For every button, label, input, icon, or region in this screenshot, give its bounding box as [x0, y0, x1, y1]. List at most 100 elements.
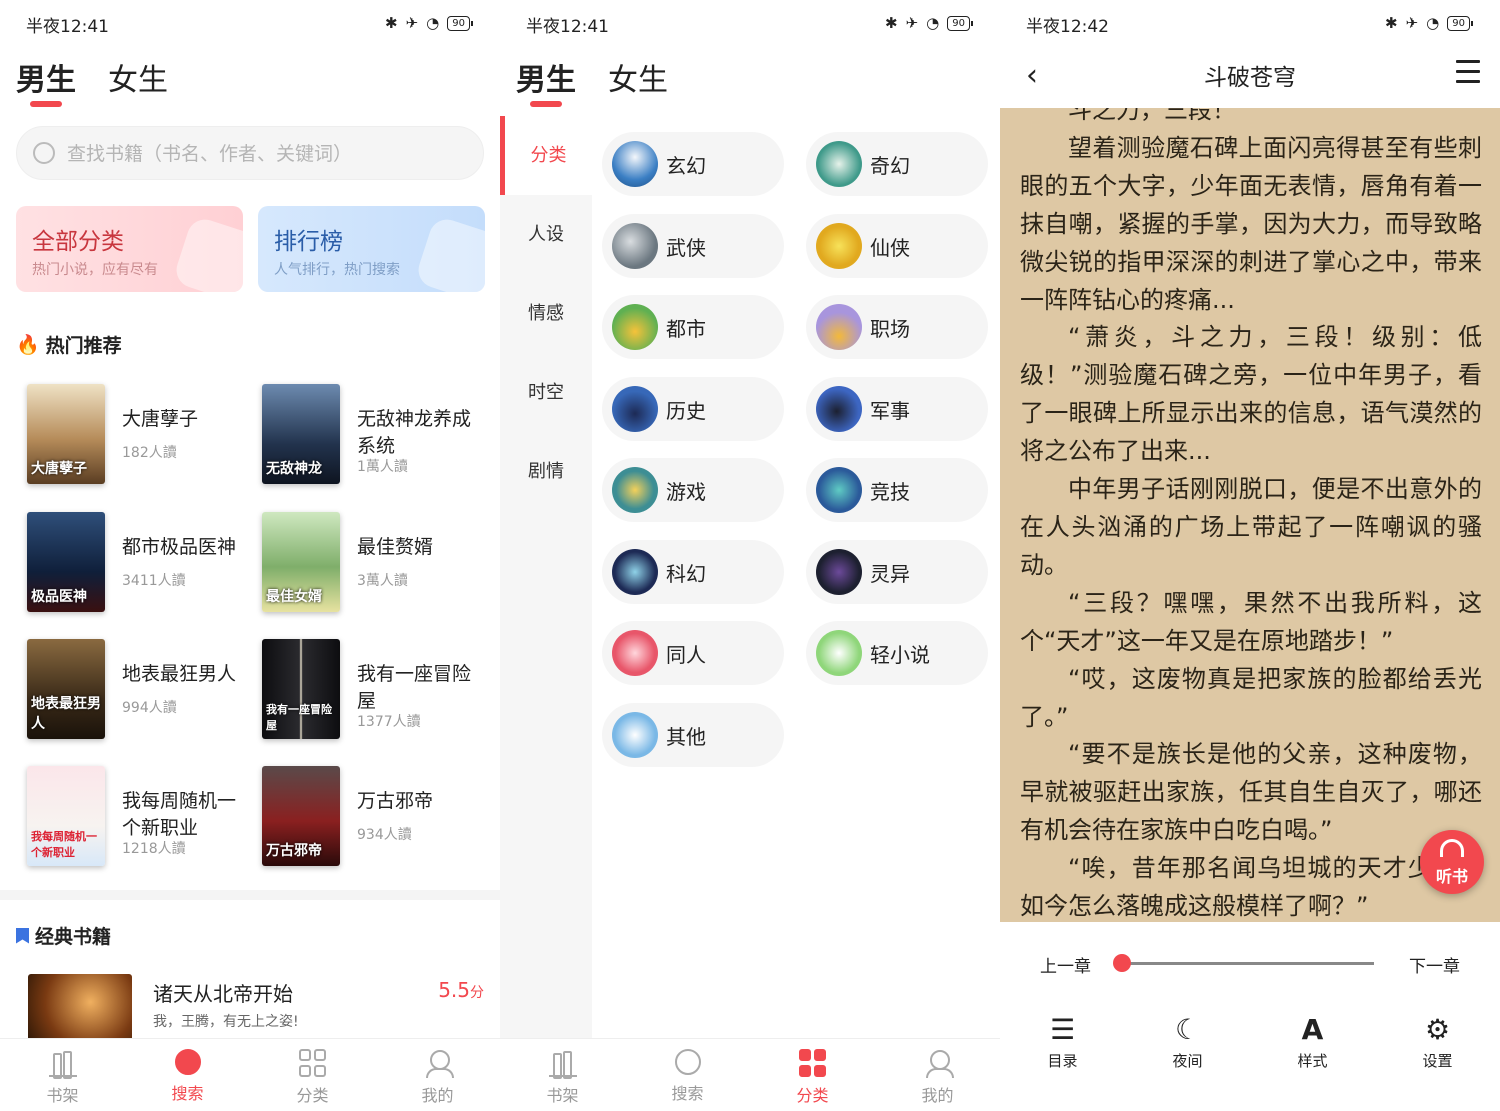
book-item[interactable]: 最佳女婿 最佳赘婿 3萬人讀 — [250, 512, 485, 620]
classic-book-item[interactable]: 诸天从北帝开始 我，王腾，有无上之姿! 5.5分 — [0, 970, 500, 1044]
card-subtitle: 热门小说，应有尽有 — [32, 262, 158, 278]
category-xuanhuan[interactable]: 玄幻 — [602, 132, 784, 196]
category-kehuan[interactable]: 科幻 — [602, 540, 784, 604]
airplane-icon: ✈ — [1405, 14, 1419, 32]
wifi-icon: ◔ — [1426, 14, 1440, 32]
paragraph: “萧炎，斗之力，三段！级别：低级！”测验魔石碑之旁，一位中年男子，看了一眼碑上所… — [1020, 323, 1482, 466]
grid-icon — [798, 1049, 827, 1077]
bottom-nav: 书架 搜索 分类 我的 — [500, 1038, 1000, 1111]
back-icon[interactable]: ‹ — [1026, 58, 1038, 93]
battery-icon: 90 — [947, 15, 973, 31]
book-item[interactable]: 万古邪帝 万古邪帝 934人讀 — [250, 766, 485, 874]
listen-button[interactable]: 听书 — [1420, 830, 1484, 894]
progress-knob[interactable] — [1113, 954, 1131, 972]
all-categories-card[interactable]: 全部分类 热门小说，应有尽有 — [16, 206, 243, 292]
nav-bookshelf[interactable]: 书架 — [500, 1039, 625, 1111]
category-dushi[interactable]: 都市 — [602, 295, 784, 359]
ranking-card[interactable]: 排行榜 人气排行，热门搜索 — [258, 206, 485, 292]
book-cover: 极品医神 — [27, 512, 105, 612]
book-item[interactable]: 大唐孽子 大唐孽子 182人讀 — [15, 384, 250, 492]
classic-section-title: 经典书籍 — [16, 922, 111, 949]
side-item-timespace[interactable]: 时空 — [500, 353, 592, 432]
tool-style[interactable]: A 样式 — [1250, 1000, 1375, 1111]
nav-mine[interactable]: 我的 — [875, 1039, 1000, 1111]
book-item[interactable]: 无敌神龙 无敌神龙养成系统 1萬人讀 — [250, 384, 485, 492]
book-cover — [28, 974, 132, 1044]
book-item[interactable]: 极品医神 都市极品医神 3411人讀 — [15, 512, 250, 620]
card-decoration-icon — [171, 214, 243, 292]
search-icon — [674, 1049, 701, 1075]
book-item[interactable]: 我有一座冒险屋 我有一座冒险屋 1377人讀 — [250, 639, 485, 747]
airplane-icon: ✈ — [905, 14, 919, 32]
book-reads: 3411人讀 — [122, 573, 186, 589]
coffee-icon — [816, 304, 862, 350]
category-lishi[interactable]: 历史 — [602, 377, 784, 441]
bat-icon — [816, 549, 862, 595]
nav-bookshelf[interactable]: 书架 — [0, 1039, 125, 1111]
status-bar: 半夜12:42 ✱ ✈ ◔ 90 — [1000, 0, 1500, 46]
category-wuxia[interactable]: 武侠 — [602, 214, 784, 278]
home-screen: 半夜12:41 ✱ ✈ ◔ 90 男生 女生 全部分类 热门小说，应有尽有 排行… — [0, 0, 500, 1111]
bluetooth-icon: ✱ — [385, 14, 398, 32]
reader-header: 斗破苍穹 ‹ — [1000, 46, 1500, 108]
prev-chapter-button[interactable]: 上一章 — [1040, 952, 1091, 977]
category-xianxia[interactable]: 仙侠 — [806, 214, 988, 278]
category-zhichang[interactable]: 职场 — [806, 295, 988, 359]
card-decoration-icon — [413, 214, 485, 292]
book-title: 无敌神龙养成系统 — [357, 408, 472, 457]
reader-toolbar: ☰ 目录 ☾ 夜间 A 样式 ⚙ 设置 — [1000, 1000, 1500, 1111]
book-title: 我有一座冒险屋 — [357, 663, 472, 712]
book-title: 我每周随机一个新职业 — [122, 790, 237, 839]
nav-mine[interactable]: 我的 — [375, 1039, 500, 1111]
category-qingxiaoshuo[interactable]: 轻小说 — [806, 621, 988, 685]
paragraph: “三段？嘿嘿，果然不出我所料，这个“天才”这一年又是在原地踏步！” — [1020, 588, 1482, 655]
nav-category[interactable]: 分类 — [250, 1039, 375, 1111]
chapter-progress: 上一章 下一章 — [1000, 930, 1500, 990]
nav-category[interactable]: 分类 — [750, 1039, 875, 1111]
tool-toc[interactable]: ☰ 目录 — [1000, 1000, 1125, 1111]
category-lingyi[interactable]: 灵异 — [806, 540, 988, 604]
sword-icon — [816, 223, 862, 269]
book-title: 大唐孽子 — [122, 408, 199, 430]
headphones-icon — [1440, 839, 1464, 857]
category-qihuan[interactable]: 奇幻 — [806, 132, 988, 196]
book-cover: 大唐孽子 — [27, 384, 105, 484]
category-junshi[interactable]: 军事 — [806, 377, 988, 441]
progress-track[interactable] — [1122, 962, 1374, 965]
book-title: 都市极品医神 — [122, 536, 237, 558]
menu-icon[interactable] — [1456, 60, 1480, 90]
nav-search[interactable]: 搜索 — [125, 1039, 250, 1111]
side-item-emotion[interactable]: 情感 — [500, 274, 592, 353]
status-bar: 半夜12:41 ✱ ✈ ◔ 90 — [0, 0, 500, 46]
category-jingji[interactable]: 竞技 — [806, 458, 988, 522]
status-time: 半夜12:41 — [526, 17, 609, 37]
tab-female[interactable]: 女生 — [608, 55, 668, 109]
category-youxi[interactable]: 游戏 — [602, 458, 784, 522]
tab-male[interactable]: 男生 — [516, 55, 576, 109]
card-subtitle: 人气排行，热门搜索 — [274, 262, 400, 278]
airplane-icon: ✈ — [405, 14, 419, 32]
nav-search[interactable]: 搜索 — [625, 1039, 750, 1111]
hot-section-title: 🔥 热门推荐 — [16, 334, 122, 357]
tab-female[interactable]: 女生 — [108, 55, 168, 109]
side-item-category[interactable]: 分类 — [500, 116, 592, 195]
book-item[interactable]: 我每周随机一个新职业 我每周随机一个新职业 1218人讀 — [15, 766, 250, 874]
category-qita[interactable]: 其他 — [602, 703, 784, 767]
book-reads: 3萬人讀 — [357, 573, 408, 589]
book-title: 最佳赘婿 — [357, 536, 434, 558]
side-item-plot[interactable]: 剧情 — [500, 432, 592, 511]
search-icon — [33, 142, 55, 164]
search-input[interactable] — [67, 139, 467, 169]
book-item[interactable]: 地表最狂男人 地表最狂男人 994人讀 — [15, 639, 250, 747]
category-tongren[interactable]: 同人 — [602, 621, 784, 685]
side-item-persona[interactable]: 人设 — [500, 195, 592, 274]
next-chapter-button[interactable]: 下一章 — [1409, 952, 1460, 977]
paragraph: “要不是族长是他的父亲，这种废物，早就被驱赶出家族，任其自生自灭了，哪还有机会待… — [1020, 740, 1482, 845]
font-icon: A — [1301, 1013, 1324, 1046]
tool-settings[interactable]: ⚙ 设置 — [1375, 1000, 1500, 1111]
tool-night[interactable]: ☾ 夜间 — [1125, 1000, 1250, 1111]
search-bar[interactable] — [16, 126, 484, 180]
tab-male[interactable]: 男生 — [16, 55, 76, 109]
status-time: 半夜12:42 — [1026, 17, 1109, 37]
reader-content[interactable]: 斗之力，三段！ 望着测验魔石碑上面闪亮得甚至有些刺眼的五个大字，少年面无表情，唇… — [1000, 108, 1500, 922]
